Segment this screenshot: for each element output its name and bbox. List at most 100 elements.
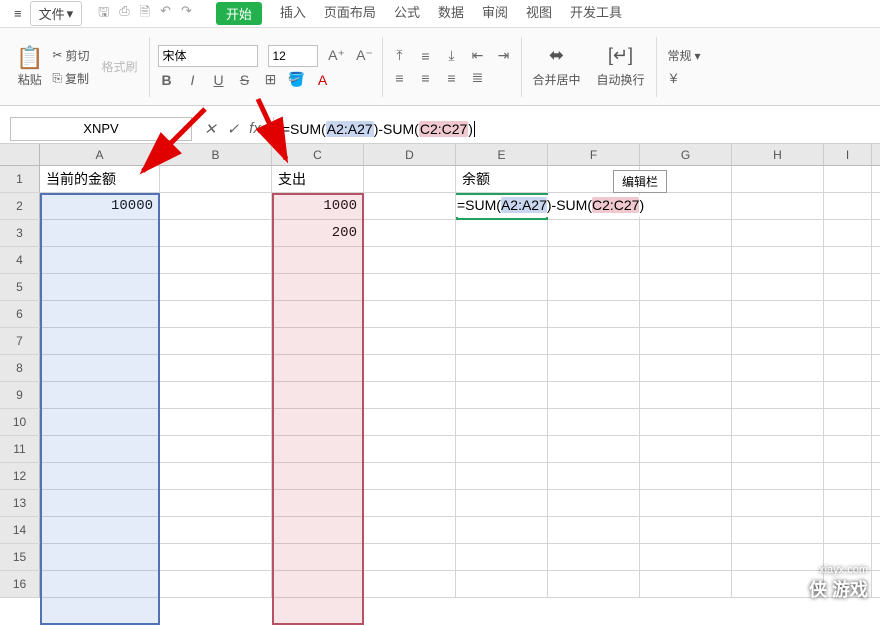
cell-C8[interactable]	[272, 355, 364, 381]
save-icon[interactable]: 🖫	[98, 3, 109, 25]
tab-formulas[interactable]: 公式	[394, 2, 420, 25]
cell-A10[interactable]	[40, 409, 160, 435]
cell-B12[interactable]	[160, 463, 272, 489]
cell-G14[interactable]	[640, 517, 732, 543]
cell-A16[interactable]	[40, 571, 160, 597]
cell-G11[interactable]	[640, 436, 732, 462]
cell-B3[interactable]	[160, 220, 272, 246]
strike-button[interactable]: S	[236, 71, 254, 89]
fill-color-button[interactable]: 🪣	[288, 71, 306, 89]
indent-decrease-icon[interactable]: ⇤	[469, 47, 487, 65]
name-box[interactable]: XNPV	[10, 117, 192, 141]
row-header-9[interactable]: 9	[0, 382, 40, 408]
cell-H2[interactable]	[732, 193, 824, 219]
row-header-6[interactable]: 6	[0, 301, 40, 327]
undo-icon[interactable]: ↶	[160, 3, 171, 25]
cell-F9[interactable]	[548, 382, 640, 408]
cell-F8[interactable]	[548, 355, 640, 381]
cell-H3[interactable]	[732, 220, 824, 246]
tab-page-layout[interactable]: 页面布局	[324, 2, 376, 25]
cell-I1[interactable]	[824, 166, 872, 192]
cell-C13[interactable]	[272, 490, 364, 516]
cell-B7[interactable]	[160, 328, 272, 354]
cell-C1[interactable]: 支出	[272, 166, 364, 192]
cell-I7[interactable]	[824, 328, 872, 354]
confirm-formula-icon[interactable]: ✓	[227, 120, 240, 138]
cell-E12[interactable]	[456, 463, 548, 489]
cell-F16[interactable]	[548, 571, 640, 597]
cell-A15[interactable]	[40, 544, 160, 570]
cell-F12[interactable]	[548, 463, 640, 489]
wrap-text-button[interactable]: 自动换行	[594, 70, 648, 89]
cell-I4[interactable]	[824, 247, 872, 273]
cell-F15[interactable]	[548, 544, 640, 570]
cell-I9[interactable]	[824, 382, 872, 408]
cell-D6[interactable]	[364, 301, 456, 327]
cell-H9[interactable]	[732, 382, 824, 408]
cell-D5[interactable]	[364, 274, 456, 300]
row-header-4[interactable]: 4	[0, 247, 40, 273]
fx-icon[interactable]: fx	[249, 120, 261, 137]
bold-button[interactable]: B	[158, 71, 176, 89]
cell-D4[interactable]	[364, 247, 456, 273]
cell-E10[interactable]	[456, 409, 548, 435]
align-middle-icon[interactable]: ≡	[417, 47, 435, 65]
cell-D13[interactable]	[364, 490, 456, 516]
font-size-select[interactable]	[268, 45, 318, 67]
cell-D15[interactable]	[364, 544, 456, 570]
row-header-14[interactable]: 14	[0, 517, 40, 543]
cut-button[interactable]: ✂ 剪切	[49, 46, 92, 65]
cell-G8[interactable]	[640, 355, 732, 381]
format-painter-button[interactable]: 格式刷	[98, 57, 140, 76]
cell-E13[interactable]	[456, 490, 548, 516]
align-bottom-icon[interactable]: ⤓	[443, 47, 461, 65]
app-menu-icon[interactable]: ≡	[6, 4, 30, 23]
font-name-select[interactable]	[158, 45, 258, 67]
cell-A9[interactable]	[40, 382, 160, 408]
cell-I13[interactable]	[824, 490, 872, 516]
cell-H1[interactable]	[732, 166, 824, 192]
cell-F14[interactable]	[548, 517, 640, 543]
cell-C12[interactable]	[272, 463, 364, 489]
cell-A4[interactable]	[40, 247, 160, 273]
cell-B15[interactable]	[160, 544, 272, 570]
cell-B6[interactable]	[160, 301, 272, 327]
align-justify-icon[interactable]: ≣	[469, 69, 487, 87]
cell-F7[interactable]	[548, 328, 640, 354]
currency-icon[interactable]: ¥	[665, 69, 683, 87]
cell-D12[interactable]	[364, 463, 456, 489]
cell-B1[interactable]	[160, 166, 272, 192]
cell-A3[interactable]	[40, 220, 160, 246]
col-header-E[interactable]: E	[456, 144, 548, 165]
col-header-C[interactable]: C	[272, 144, 364, 165]
border-button[interactable]: ⊞	[262, 71, 280, 89]
cell-G3[interactable]	[640, 220, 732, 246]
cell-B8[interactable]	[160, 355, 272, 381]
row-header-2[interactable]: 2	[0, 193, 40, 219]
cell-B2[interactable]	[160, 193, 272, 219]
copy-button[interactable]: ⎘ 复制	[49, 69, 92, 88]
select-all-corner[interactable]	[0, 144, 40, 165]
cell-E3[interactable]	[456, 220, 548, 246]
align-right-icon[interactable]: ≡	[443, 69, 461, 87]
cell-D14[interactable]	[364, 517, 456, 543]
row-header-7[interactable]: 7	[0, 328, 40, 354]
cell-G13[interactable]	[640, 490, 732, 516]
cell-H7[interactable]	[732, 328, 824, 354]
cell-G7[interactable]	[640, 328, 732, 354]
cell-B14[interactable]	[160, 517, 272, 543]
cell-C7[interactable]	[272, 328, 364, 354]
cell-D1[interactable]	[364, 166, 456, 192]
cell-B5[interactable]	[160, 274, 272, 300]
cell-B13[interactable]	[160, 490, 272, 516]
cell-A1[interactable]: 当前的金额	[40, 166, 160, 192]
cell-I5[interactable]	[824, 274, 872, 300]
cell-A8[interactable]	[40, 355, 160, 381]
cell-D11[interactable]	[364, 436, 456, 462]
cell-E9[interactable]	[456, 382, 548, 408]
tab-home[interactable]: 开始	[216, 2, 262, 25]
cell-A7[interactable]	[40, 328, 160, 354]
row-header-15[interactable]: 15	[0, 544, 40, 570]
cell-A12[interactable]	[40, 463, 160, 489]
cell-I11[interactable]	[824, 436, 872, 462]
